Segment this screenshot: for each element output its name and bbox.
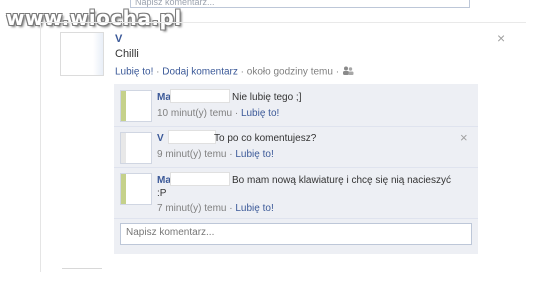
post-like-link[interactable]: Lubię to! (115, 67, 153, 78)
redacted-name (168, 130, 216, 144)
comment-like-link[interactable]: Lubię to! (235, 203, 273, 214)
comment-input[interactable]: Napisz komentarz... (120, 223, 472, 245)
comment-divider (114, 167, 478, 168)
comment-author[interactable]: Ma (157, 175, 171, 186)
comment-avatar[interactable] (120, 173, 152, 205)
separator-dot: · (234, 108, 239, 119)
add-comment-link[interactable]: Dodaj komentarz (162, 67, 238, 78)
bottom-divider (62, 268, 102, 269)
comment-time: 10 minut(y) temu (157, 108, 233, 119)
comment-text: Bo mam nową klawiaturę i chcę się nią na… (232, 175, 451, 186)
separator-dot: · (229, 149, 233, 160)
comment-author[interactable]: V (157, 133, 164, 144)
friends-icon[interactable] (342, 66, 354, 78)
comment-author[interactable]: Ma (157, 92, 171, 103)
comment-divider (114, 218, 478, 219)
post-time: około godziny temu (246, 66, 333, 78)
comments-section: Ma Nie lubię tego ;] 10 minut(y) temu · … (114, 84, 478, 254)
post-actions: Lubię to! · Dodaj komentarz · około godz… (115, 66, 354, 78)
comment-divider (114, 126, 478, 127)
redacted-name (170, 172, 230, 186)
separator-dot: · (156, 66, 160, 78)
post-text: Chilli (115, 48, 139, 60)
comment-meta: 7 minut(y) temu · Lubię to! (157, 203, 274, 214)
watermark: www.wiocha.pl (6, 6, 182, 30)
separator-dot: · (229, 203, 233, 214)
comment-avatar[interactable] (120, 90, 152, 122)
comment-like-link[interactable]: Lubię to! (235, 149, 273, 160)
post-separator (40, 22, 526, 23)
left-divider (40, 22, 41, 272)
separator-dot: · (240, 66, 244, 78)
post-close-icon[interactable]: × (497, 30, 505, 46)
comment-meta: 10 minut(y) temu · Lubię to! (157, 108, 279, 119)
top-comment-input[interactable]: Napisz komentarz... (130, 0, 470, 8)
comment-meta: 9 minut(y) temu · Lubię to! (157, 149, 274, 160)
comment-avatar[interactable] (120, 132, 152, 164)
comment-time: 9 minut(y) temu (157, 149, 227, 160)
post-author-name[interactable]: V (115, 33, 122, 45)
post-author-avatar[interactable] (60, 32, 104, 76)
redacted-name (170, 89, 230, 103)
comment-text: To po co komentujesz? (214, 133, 317, 144)
comment-time: 7 minut(y) temu (157, 203, 227, 214)
comment-text-continued: :P (157, 188, 167, 199)
comment-like-link[interactable]: Lubię to! (241, 108, 279, 119)
separator-dot: · (335, 66, 340, 78)
comment-text: Nie lubię tego ;] (232, 92, 302, 103)
comment-delete-icon[interactable]: × (460, 130, 468, 145)
